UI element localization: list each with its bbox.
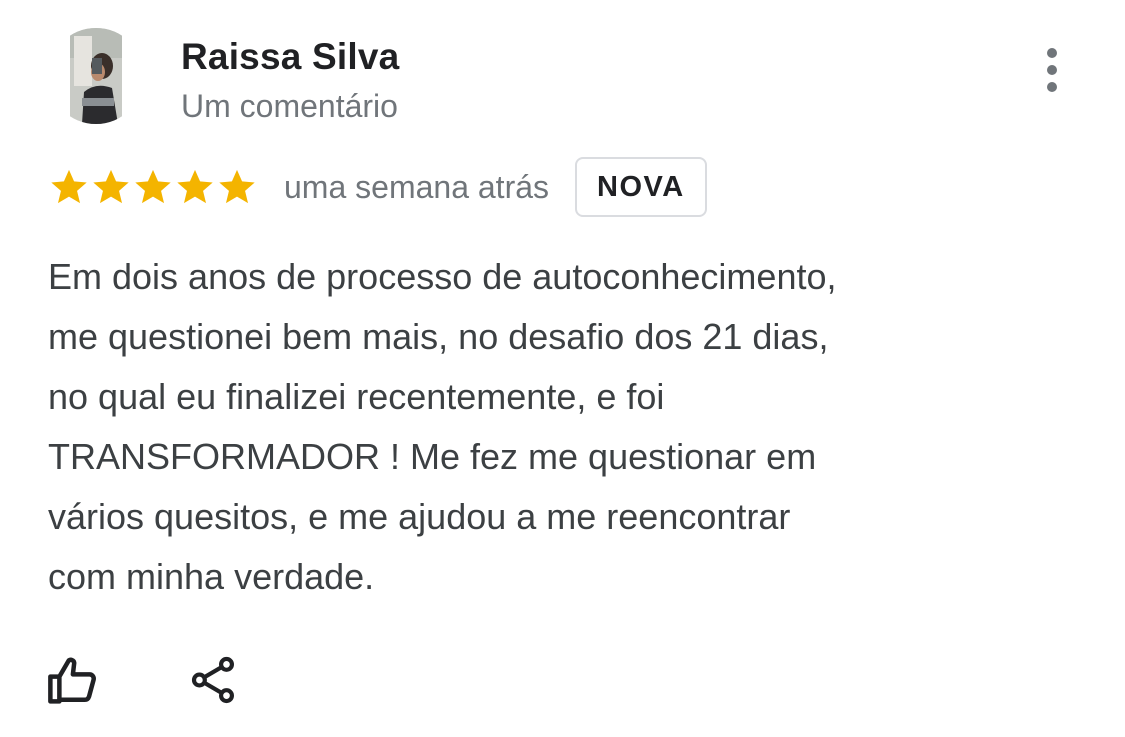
share-icon	[191, 656, 234, 704]
review-text-line: me questionei bem mais, no desafio dos 2…	[48, 316, 829, 357]
avatar-photo	[48, 28, 144, 124]
author-review-count: Um comentário	[181, 88, 398, 124]
star-icon	[135, 169, 171, 204]
share-button[interactable]	[184, 650, 244, 710]
more-vertical-icon	[1047, 48, 1057, 58]
review-text-line: TRANSFORMADOR ! Me fez me questionar em	[48, 436, 817, 477]
review-text-line: com minha verdade.	[48, 556, 375, 597]
review-text-line: vários quesitos, e me ajudou a me reenco…	[48, 496, 791, 537]
rating-row: uma semana atrás NOVA	[48, 155, 707, 219]
more-options-button[interactable]	[1030, 46, 1074, 94]
star-icon	[93, 169, 129, 204]
more-vertical-icon-dot	[1047, 65, 1057, 75]
thumb-up-icon	[48, 657, 96, 704]
review-card: Raissa Silva Um comentário uma semana at…	[0, 0, 1125, 737]
review-time: uma semana atrás	[284, 168, 550, 205]
more-vertical-icon-dot	[1047, 82, 1057, 92]
new-badge: NOVA	[575, 157, 707, 217]
review-text-line: no qual eu finalizei recentemente, e foi	[48, 376, 665, 417]
review-text-line: Em dois anos de processo de autoconhecim…	[48, 256, 837, 297]
star-rating	[48, 166, 258, 208]
author-name[interactable]: Raissa Silva	[181, 36, 399, 78]
like-button[interactable]	[44, 650, 104, 710]
star-icon	[51, 169, 87, 204]
star-icon	[177, 169, 213, 204]
review-actions	[48, 650, 244, 710]
review-text: Em dois anos de processo de autoconhecim…	[48, 247, 1048, 607]
avatar[interactable]	[48, 28, 144, 124]
star-icon	[219, 169, 255, 204]
